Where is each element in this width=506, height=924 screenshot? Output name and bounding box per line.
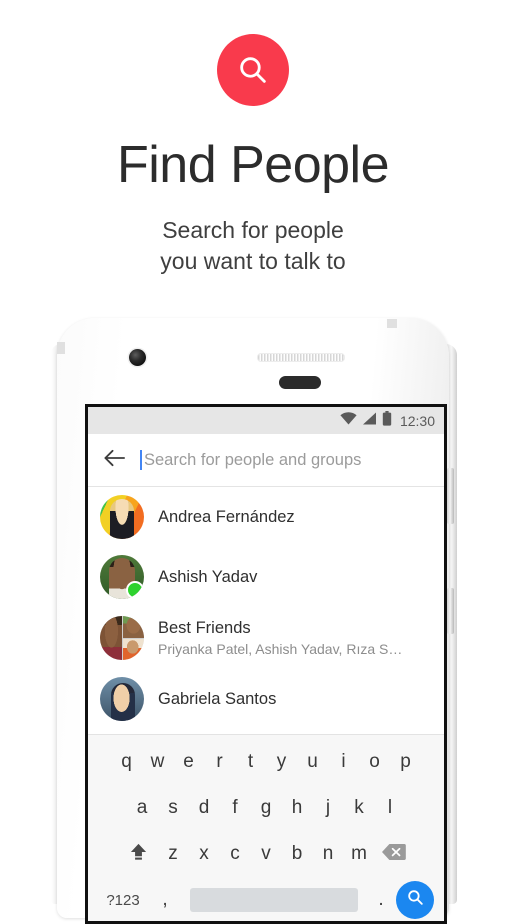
- key-o[interactable]: o: [359, 741, 390, 783]
- key-x[interactable]: x: [189, 833, 220, 875]
- keyboard-row-4: ?123 , .: [88, 877, 444, 921]
- antenna-band-left: [57, 342, 65, 354]
- key-z[interactable]: z: [158, 833, 189, 875]
- key-c[interactable]: c: [220, 833, 251, 875]
- phone-body: 12:30 Search for people and groups Andre…: [57, 318, 454, 924]
- signal-icon: [362, 412, 377, 430]
- spacebar-key[interactable]: [190, 888, 358, 912]
- earpiece-speaker: [257, 353, 345, 362]
- key-p[interactable]: p: [390, 741, 421, 783]
- search-icon: [406, 888, 425, 912]
- group-members: Priyanka Patel, Ashish Yadav, Rıza S…: [158, 641, 403, 658]
- proximity-sensor: [279, 376, 321, 389]
- key-u[interactable]: u: [297, 741, 328, 783]
- key-l[interactable]: l: [375, 787, 406, 829]
- power-button[interactable]: [447, 588, 454, 634]
- page-title: Find People: [116, 136, 390, 194]
- on-screen-keyboard: qwertyuiop asdfghjkl zxcvbnm ?123 , .: [88, 734, 444, 921]
- key-f[interactable]: f: [220, 787, 251, 829]
- contact-name: Ashish Yadav: [158, 567, 258, 586]
- antenna-band-top: [387, 319, 397, 328]
- search-action-button[interactable]: [396, 881, 434, 919]
- shift-icon: [129, 842, 148, 866]
- key-j[interactable]: j: [313, 787, 344, 829]
- back-button[interactable]: [88, 448, 140, 473]
- search-input[interactable]: Search for people and groups: [144, 451, 361, 470]
- battery-icon: [382, 410, 392, 431]
- key-a[interactable]: a: [127, 787, 158, 829]
- page-subtitle: Search for people you want to talk to: [0, 215, 506, 278]
- avatar: [100, 495, 144, 539]
- volume-button[interactable]: [447, 468, 454, 524]
- text-cursor: [140, 450, 142, 470]
- key-b[interactable]: b: [282, 833, 313, 875]
- list-item[interactable]: Ashish Yadav: [88, 547, 444, 607]
- key-m[interactable]: m: [344, 833, 375, 875]
- shift-key[interactable]: [120, 842, 158, 866]
- contact-name: Gabriela Santos: [158, 689, 277, 708]
- key-t[interactable]: t: [235, 741, 266, 783]
- backspace-icon: [381, 843, 406, 866]
- app-logo: [217, 34, 289, 106]
- key-g[interactable]: g: [251, 787, 282, 829]
- subtitle-line-1: Search for people: [162, 216, 344, 243]
- status-time: 12:30: [399, 412, 435, 429]
- period-key[interactable]: .: [366, 889, 396, 911]
- key-n[interactable]: n: [313, 833, 344, 875]
- key-h[interactable]: h: [282, 787, 313, 829]
- keyboard-row-1: qwertyuiop: [88, 741, 444, 783]
- key-i[interactable]: i: [328, 741, 359, 783]
- status-bar: 12:30: [88, 407, 444, 434]
- promo-header: Find People Search for people you want t…: [0, 0, 506, 278]
- key-y[interactable]: y: [266, 741, 297, 783]
- avatar: [100, 555, 144, 599]
- search-bar: Search for people and groups: [88, 434, 444, 487]
- list-item[interactable]: Andrea Fernández: [88, 487, 444, 547]
- list-item[interactable]: Gabriela Santos: [88, 669, 444, 729]
- key-v[interactable]: v: [251, 833, 282, 875]
- back-arrow-icon: [103, 448, 126, 473]
- phone-mockup: 12:30 Search for people and groups Andre…: [47, 318, 459, 924]
- phone-screen: 12:30 Search for people and groups Andre…: [85, 404, 447, 924]
- promo-screenshot: Find People Search for people you want t…: [0, 0, 506, 924]
- search-icon: [236, 53, 270, 87]
- key-d[interactable]: d: [189, 787, 220, 829]
- subtitle-line-2: you want to talk to: [160, 248, 346, 275]
- key-q[interactable]: q: [111, 741, 142, 783]
- avatar: [100, 616, 144, 660]
- backspace-key[interactable]: [375, 843, 413, 866]
- key-w[interactable]: w: [142, 741, 173, 783]
- keyboard-row-3: zxcvbnm: [88, 833, 444, 875]
- key-s[interactable]: s: [158, 787, 189, 829]
- avatar: [100, 677, 144, 721]
- key-k[interactable]: k: [344, 787, 375, 829]
- key-r[interactable]: r: [204, 741, 235, 783]
- contact-list: Andrea Fernández Ashish Yadav Best Frien…: [88, 487, 444, 729]
- contact-name: Best Friends: [158, 618, 251, 637]
- front-camera-icon: [129, 349, 146, 366]
- contact-name: Andrea Fernández: [158, 507, 295, 526]
- keyboard-letters-row-3: zxcvbnm: [158, 833, 375, 875]
- numeric-switch-key[interactable]: ?123: [98, 892, 148, 909]
- list-item[interactable]: Best Friends Priyanka Patel, Ashish Yada…: [88, 607, 444, 669]
- wifi-icon: [340, 411, 357, 430]
- keyboard-row-2: asdfghjkl: [88, 787, 444, 829]
- online-status-badge: [126, 581, 144, 599]
- comma-key[interactable]: ,: [148, 889, 182, 911]
- key-e[interactable]: e: [173, 741, 204, 783]
